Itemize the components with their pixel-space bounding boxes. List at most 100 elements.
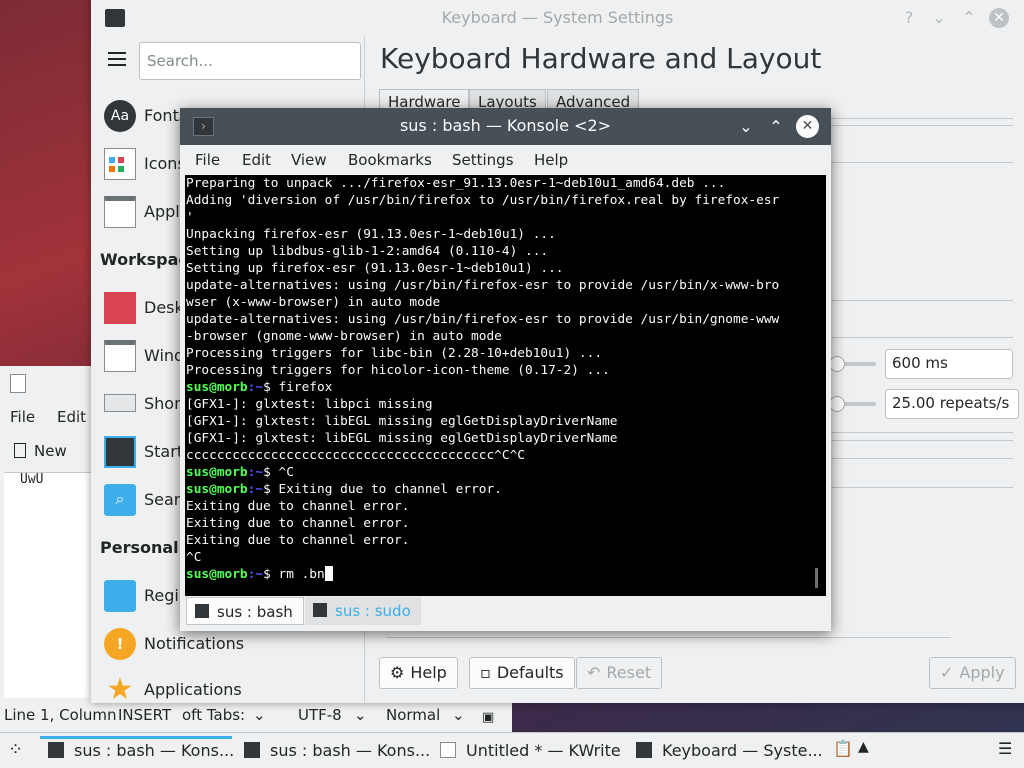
menu-edit[interactable]: Edit [242, 151, 271, 169]
task-konsole-1[interactable]: sus : bash — Kons... [40, 736, 234, 766]
keyboard-shortcuts-icon [104, 394, 136, 412]
settings-titlebar[interactable]: Keyboard — System Settings ? ⌄ ⌃ ✕ [91, 0, 1024, 36]
undo-icon: ↶ [587, 663, 601, 682]
sidebar-item-label: Applications [144, 680, 242, 699]
divider [831, 162, 1013, 163]
konsole-menubar: File Edit View Bookmarks Settings Help [180, 145, 831, 175]
kwrite-statusbar: Line 1, Column INSERT oft Tabs: ⌄ UTF-8 … [0, 706, 512, 732]
fonts-icon: Aa [104, 100, 136, 132]
encoding-select[interactable]: UTF-8 [298, 706, 342, 724]
task-konsole-2[interactable]: sus : bash — Kons... [236, 736, 431, 766]
checkmark-icon: ✓ [940, 663, 954, 682]
apply-button[interactable]: ✓ Apply [929, 657, 1016, 689]
sidebar-item-label: Shor [144, 394, 181, 413]
tab-label: sus : sudo [335, 602, 411, 620]
document-icon [10, 374, 26, 393]
chevron-down-icon: ⌄ [452, 706, 465, 724]
icons-icon [104, 148, 136, 180]
apply-button-label: Apply [959, 663, 1005, 682]
window-management-icon [104, 340, 136, 372]
prompt-symbol: $ [263, 380, 271, 395]
menu-file[interactable]: File [195, 151, 220, 169]
rate-field[interactable]: 25.00 repeats/s [885, 389, 1019, 419]
command-text: rm .bn [270, 567, 325, 582]
terminal-line: -browser (gnome-www-browser) in auto mod… [186, 329, 502, 344]
clipboard-icon[interactable]: 📋 [833, 739, 853, 758]
startup-shutdown-icon [104, 436, 136, 468]
panel-menu-icon[interactable]: ☰ [998, 739, 1012, 758]
terminal-line: [GFX1-]: glxtest: libEGL missing eglGetD… [186, 414, 618, 429]
star-icon: ★ [106, 672, 134, 704]
pager-icon[interactable]: ⁘ [8, 739, 23, 760]
sidebar-section-personalization: Personali [100, 538, 185, 557]
syntax-select[interactable]: Normal [386, 706, 440, 724]
sidebar-item-label: Appl [144, 202, 180, 221]
sidebar-item-label: Notifications [144, 634, 245, 653]
help-icon: ⚙ [390, 663, 405, 682]
terminal-icon [195, 604, 209, 618]
prompt-path: :~ [247, 567, 264, 582]
input-mode[interactable]: INSERT [118, 706, 172, 724]
task-label: sus : bash — Kons... [270, 741, 431, 760]
konsole-window-title: sus : bash — Konsole <2> [399, 116, 612, 135]
save-icon[interactable]: ▣ [482, 710, 494, 725]
settings-window-title: Keyboard — System Settings [441, 8, 674, 27]
terminal-line: Processing triggers for hicolor-icon-the… [186, 363, 610, 378]
delay-slider[interactable] [829, 356, 845, 372]
close-icon[interactable]: ✕ [989, 8, 1009, 28]
kwrite-menu-file[interactable]: File [10, 408, 35, 426]
task-system-settings[interactable]: Keyboard — Syste... [628, 736, 824, 766]
divider [831, 458, 1013, 459]
search-input[interactable] [145, 51, 345, 71]
divider [386, 637, 951, 638]
tab-sus-sudo[interactable]: sus : sudo [305, 597, 421, 625]
terminal-line: [GFX1-]: glxtest: libpci missing [186, 397, 433, 412]
prompt-user: sus@morb [186, 380, 248, 395]
terminal-line: Setting up libdbus-glib-1-2:amd64 (0.110… [186, 244, 549, 259]
expand-tray-icon[interactable]: ▲ [858, 739, 869, 755]
chevron-down-icon: ⌄ [253, 706, 266, 724]
kwrite-menu-edit[interactable]: Edit [57, 408, 86, 426]
terminal-scrollbar[interactable] [815, 568, 818, 588]
terminal-line: Exiting due to channel error. [186, 516, 410, 531]
help-icon[interactable]: ? [899, 8, 919, 28]
sidebar-item-applications[interactable]: ★ Applications [101, 668, 361, 704]
menu-view[interactable]: View [291, 151, 327, 169]
konsole-titlebar[interactable]: › sus : bash — Konsole <2> ⌄ ⌃ ✕ [180, 108, 831, 145]
terminal-line: update-alternatives: using /usr/bin/fire… [186, 278, 780, 293]
terminal-output[interactable]: Preparing to unpack .../firefox-esr_91.1… [185, 175, 826, 596]
sidebar-item-label: Start [144, 442, 184, 461]
new-document-icon [14, 443, 26, 458]
terminal-icon [313, 603, 327, 617]
maximize-icon[interactable]: ⌃ [959, 8, 979, 28]
settings-search[interactable] [139, 42, 361, 80]
kwrite-new-label: New [34, 442, 67, 460]
settings-app-icon [636, 742, 652, 758]
desktop-behavior-icon [104, 292, 136, 324]
kwrite-new-button[interactable]: New [14, 442, 67, 460]
task-label: Keyboard — Syste... [662, 741, 823, 760]
sidebar-item-label: Wind [144, 346, 185, 365]
delay-field[interactable]: 600 ms [885, 349, 1013, 379]
minimize-icon[interactable]: ⌄ [929, 8, 949, 28]
terminal-line: wser (x-www-browser) in auto mode [186, 295, 441, 310]
divider [831, 300, 1013, 301]
hamburger-menu-icon[interactable] [108, 52, 126, 66]
maximize-icon[interactable]: ⌃ [765, 116, 787, 138]
reset-button[interactable]: ↶ Reset [576, 657, 663, 689]
close-icon[interactable]: ✕ [796, 115, 819, 138]
defaults-button[interactable]: ▫ Defaults [469, 657, 575, 689]
chevron-down-icon: ⌄ [354, 706, 367, 724]
taskbar: ⁘ sus : bash — Kons... sus : bash — Kons… [0, 732, 1024, 768]
tab-sus-bash[interactable]: sus : bash [186, 597, 304, 625]
task-kwrite[interactable]: Untitled * — KWrite [432, 736, 624, 766]
help-button[interactable]: ⚙ Help [379, 657, 458, 689]
minimize-icon[interactable]: ⌄ [735, 116, 757, 138]
prompt-path: :~ [247, 380, 264, 395]
menu-bookmarks[interactable]: Bookmarks [348, 151, 432, 169]
reset-button-label: Reset [606, 663, 652, 682]
menu-settings[interactable]: Settings [452, 151, 514, 169]
prompt-path: :~ [247, 482, 264, 497]
rate-slider[interactable] [829, 396, 845, 412]
menu-help[interactable]: Help [534, 151, 568, 169]
